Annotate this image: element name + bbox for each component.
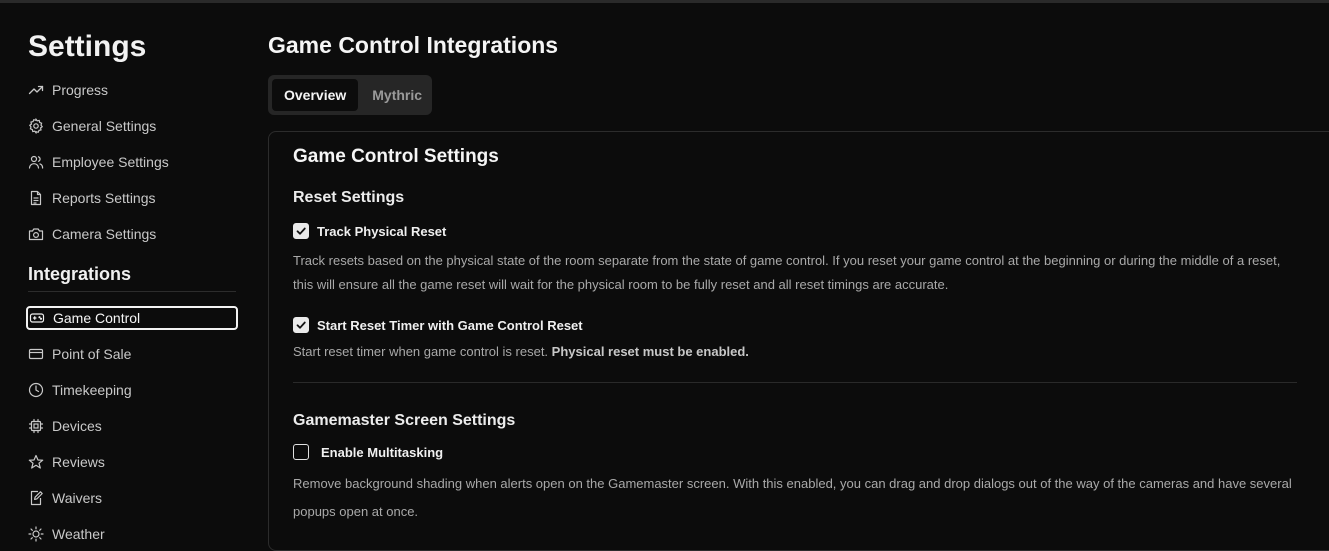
sidebar-item-waivers[interactable]: Waivers [26,486,238,510]
file-text-icon [30,190,42,206]
card-title: Game Control Settings [293,146,499,167]
sidebar-item-label: Devices [52,418,102,434]
chip-icon [28,418,44,434]
track-physical-reset-checkbox[interactable] [293,223,309,239]
gamemaster-screen-settings-heading: Gamemaster Screen Settings [293,412,516,429]
sidebar-item-label: Point of Sale [52,346,132,362]
track-physical-reset-description: Track resets based on the physical state… [293,253,1281,292]
start-reset-timer-checkbox[interactable] [293,317,309,333]
edit-document-icon [30,490,43,506]
sidebar-item-label: Game Control [53,310,141,326]
sidebar-item-point-of-sale[interactable]: Point of Sale [26,342,238,366]
sidebar-item-camera-settings[interactable]: Camera Settings [26,222,238,246]
sidebar-item-progress[interactable]: Progress [26,78,238,102]
sidebar-item-label: Employee Settings [52,154,169,170]
credit-card-icon [28,348,44,360]
gamepad-icon [29,313,45,323]
checkmark-icon [296,227,306,235]
sidebar-item-general-settings[interactable]: General Settings [26,114,238,138]
sidebar-title: Settings [28,30,147,63]
camera-icon [28,228,44,241]
start-reset-timer-option[interactable]: Start Reset Timer with Game Control Rese… [293,317,583,333]
sidebar-item-label: Waivers [52,490,103,506]
checkmark-icon [296,321,306,329]
sidebar-item-label: Timekeeping [52,382,132,398]
game-control-settings-card: Game Control Settings Reset Settings Tra… [268,131,1329,551]
tab-overview[interactable]: Overview [272,79,359,111]
gear-icon [28,118,44,134]
sidebar-item-label: General Settings [52,118,157,134]
enable-multitasking-description: Remove background shading when alerts op… [293,476,1292,519]
sidebar-item-label: Progress [52,82,109,98]
enable-multitasking-checkbox[interactable] [293,444,309,460]
sidebar-item-label: Camera Settings [52,226,157,242]
sidebar-item-weather[interactable]: Weather [26,522,238,546]
sidebar-item-label: Reports Settings [52,190,156,206]
track-physical-reset-label: Track Physical Reset [317,223,447,239]
sidebar-item-label: Reviews [52,454,105,470]
users-icon [28,155,44,169]
start-reset-timer-label: Start Reset Timer with Game Control Rese… [317,317,583,333]
sidebar-item-reviews[interactable]: Reviews [26,450,238,474]
clock-icon [28,382,44,398]
main-content: Game Control Integrations Overview Mythr… [268,3,1329,551]
enable-multitasking-option[interactable]: Enable Multitasking [293,444,443,460]
start-reset-timer-description-text: Start reset timer when game control is r… [293,344,549,359]
settings-sidebar: Settings Progress General Settings Emplo… [0,3,250,542]
integrations-divider [28,291,236,292]
sidebar-item-devices[interactable]: Devices [26,414,238,438]
integrations-heading: Integrations [28,264,132,284]
sidebar-item-reports-settings[interactable]: Reports Settings [26,186,238,210]
section-divider [293,382,1297,383]
track-physical-reset-option[interactable]: Track Physical Reset [293,223,446,239]
start-reset-timer-requirement: Physical reset must be enabled. [551,344,749,359]
sidebar-item-timekeeping[interactable]: Timekeeping [26,378,238,402]
sun-icon [28,526,44,542]
tab-list: Overview Mythric [268,75,432,115]
sidebar-item-employee-settings[interactable]: Employee Settings [26,150,238,174]
sidebar-item-label: Weather [52,526,105,542]
sidebar-item-game-control[interactable]: Game Control [26,306,238,330]
start-reset-timer-description: Start reset timer when game control is r… [293,340,1303,364]
enable-multitasking-label: Enable Multitasking [321,444,444,460]
page-title: Game Control Integrations [268,32,559,58]
reset-settings-heading: Reset Settings [293,189,405,206]
tab-mythric[interactable]: Mythric [360,79,434,111]
trending-up-icon [28,85,44,95]
star-icon [28,454,44,469]
